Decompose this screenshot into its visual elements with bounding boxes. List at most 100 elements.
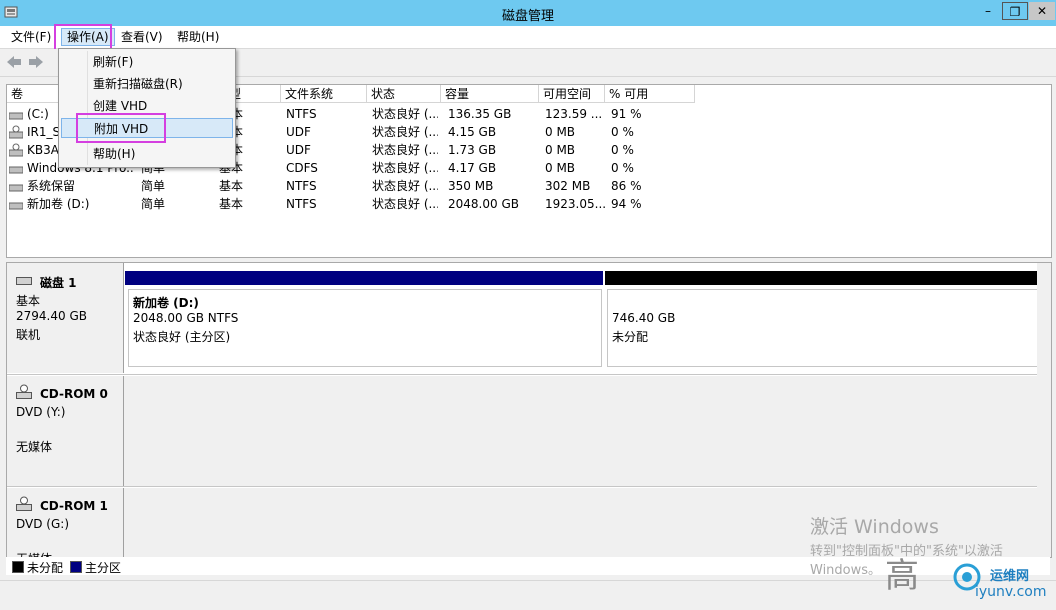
volume-type: 基本 [219,179,244,193]
cd-drive-icon [8,143,24,157]
partition-size: 2048.00 GB NTFS [133,311,239,325]
primary-partition-bar [125,271,603,285]
disk-type: 基本 [16,294,41,308]
cd-rom-icon [16,496,32,512]
legend-unallocated: 未分配 [27,561,64,575]
menu-item-refresh[interactable]: 刷新(F) [61,52,233,72]
unallocated-size: 746.40 GB [612,311,676,325]
volume-free-space: 1923.05... [545,197,607,211]
column-header-capacity[interactable]: 容量 [441,85,539,103]
column-header-status[interactable]: 状态 [367,85,441,103]
menu-file[interactable]: 文件(F) [6,29,56,45]
volume-filesystem: NTFS [286,179,317,193]
volume-free-space: 0 MB [545,161,576,175]
menu-item-label: 重新扫描磁盘(R) [93,77,183,91]
cd-drive-icon [8,125,24,139]
volume-capacity: 2048.00 GB [448,197,519,211]
volume-name: (C:) [27,107,49,121]
volume-percent-free: 91 % [611,107,642,121]
title-bar[interactable]: 磁盘管理 – ❐ ✕ [0,0,1056,26]
menu-item-label: 刷新(F) [93,55,134,69]
column-header-free-space[interactable]: 可用空间 [539,85,605,103]
site-watermark-cn: 运维网 [990,569,1030,584]
volume-capacity: 136.35 GB [448,107,512,121]
volume-name: 系统保留 [27,179,76,193]
disk-size: 2794.40 GB [16,309,87,323]
volume-icon [8,108,24,120]
partition-d[interactable]: 新加卷 (D:) 2048.00 GB NTFS 状态良好 (主分区) [128,289,602,367]
volume-icon [8,180,24,192]
legend-primary: 主分区 [85,561,122,575]
volume-capacity: 1.73 GB [448,143,497,157]
volume-free-space: 302 MB [545,179,591,193]
restore-button[interactable]: ❐ [1002,2,1028,20]
disk-name: 磁盘 1 [40,276,77,290]
volume-percent-free: 86 % [611,179,642,193]
menu-view[interactable]: 查看(V) [116,29,168,45]
volume-capacity: 4.15 GB [448,125,497,139]
volume-free-space: 0 MB [545,125,576,139]
volume-filesystem: NTFS [286,197,317,211]
window-title: 磁盘管理 [501,9,554,24]
action-dropdown-menu: 刷新(F) 重新扫描磁盘(R) 创建 VHD 附加 VHD 帮助(H) [58,48,236,168]
signature-watermark: 高 [885,556,919,596]
primary-partition-swatch [70,561,82,573]
close-button[interactable]: ✕ [1029,2,1055,20]
volume-status: 状态良好 (... [372,197,438,211]
forward-arrow-icon[interactable] [28,54,44,70]
disk-media-status: 无媒体 [16,440,53,454]
volume-percent-free: 94 % [611,197,642,211]
partition-title: 新加卷 (D:) [133,296,199,310]
activation-watermark-title: 激活 Windows [810,516,939,538]
minimize-button[interactable]: – [975,2,1001,20]
volume-status: 状态良好 (... [372,125,438,139]
volume-capacity: 4.17 GB [448,161,497,175]
disk-name: CD-ROM 1 [40,499,108,513]
volume-status: 状态良好 (... [372,179,438,193]
disk-row: CD-ROM 0 DVD (Y:) 无媒体 [7,376,1051,487]
disk-info-panel[interactable]: CD-ROM 0 DVD (Y:) 无媒体 [7,376,124,486]
volume-filesystem: UDF [286,125,311,139]
unallocated-space[interactable]: 746.40 GB 未分配 [607,289,1049,367]
site-watermark: iyunv.com [975,584,1047,600]
menu-help[interactable]: 帮助(H) [172,29,224,45]
menu-item-label: 帮助(H) [93,147,136,161]
column-header-filesystem[interactable]: 文件系统 [281,85,367,103]
menu-item-help[interactable]: 帮助(H) [61,144,233,164]
disk-name: CD-ROM 0 [40,387,108,401]
volume-name: 新加卷 (D:) [27,197,90,211]
volume-percent-free: 0 % [611,125,634,139]
disk-row: 磁盘 1 基本 2794.40 GB 联机 新加卷 (D:) 2048.00 G… [7,263,1051,375]
back-arrow-icon[interactable] [6,54,22,70]
activation-watermark-line2: Windows。 [810,563,882,578]
menu-item-rescan-disks[interactable]: 重新扫描磁盘(R) [61,74,233,94]
volume-type: 基本 [219,197,244,211]
volume-free-space: 0 MB [545,143,576,157]
cd-rom-icon [16,384,32,400]
volume-status: 状态良好 (... [372,107,438,121]
unallocated-swatch [12,561,24,573]
vertical-scrollbar[interactable] [1037,263,1051,557]
volume-row[interactable]: 新加卷 (D:) 简单 基本 NTFS 状态良好 (... 2048.00 GB… [7,195,1047,213]
volume-layout: 简单 [141,179,166,193]
disk-info-panel[interactable]: 磁盘 1 基本 2794.40 GB 联机 [7,263,124,373]
volume-row[interactable]: 系统保留 简单 基本 NTFS 状态良好 (... 350 MB 302 MB … [7,177,1047,195]
volume-filesystem: NTFS [286,107,317,121]
disk-management-window: 磁盘管理 – ❐ ✕ 文件(F) 操作(A) 查看(V) 帮助(H) 卷 布局 … [0,0,1056,610]
volume-free-space: 123.59 ... [545,107,603,121]
disk-type: DVD (G:) [16,517,69,531]
disk-type: DVD (Y:) [16,405,66,419]
volume-status: 状态良好 (... [372,161,438,175]
volume-filesystem: UDF [286,143,311,157]
partition-status: 状态良好 (主分区) [133,330,231,344]
column-header-percent-free[interactable]: % 可用 [605,85,695,103]
volume-icon [8,162,24,174]
hard-disk-icon [16,275,32,285]
menu-bar: 文件(F) 操作(A) 查看(V) 帮助(H) [0,26,1056,49]
volume-filesystem: CDFS [286,161,318,175]
unallocated-bar [605,271,1051,285]
unallocated-label: 未分配 [612,330,649,344]
volume-icon [8,198,24,210]
volume-layout: 简单 [141,197,166,211]
disk-info-panel[interactable]: CD-ROM 1 DVD (G:) 无媒体 [7,488,124,557]
